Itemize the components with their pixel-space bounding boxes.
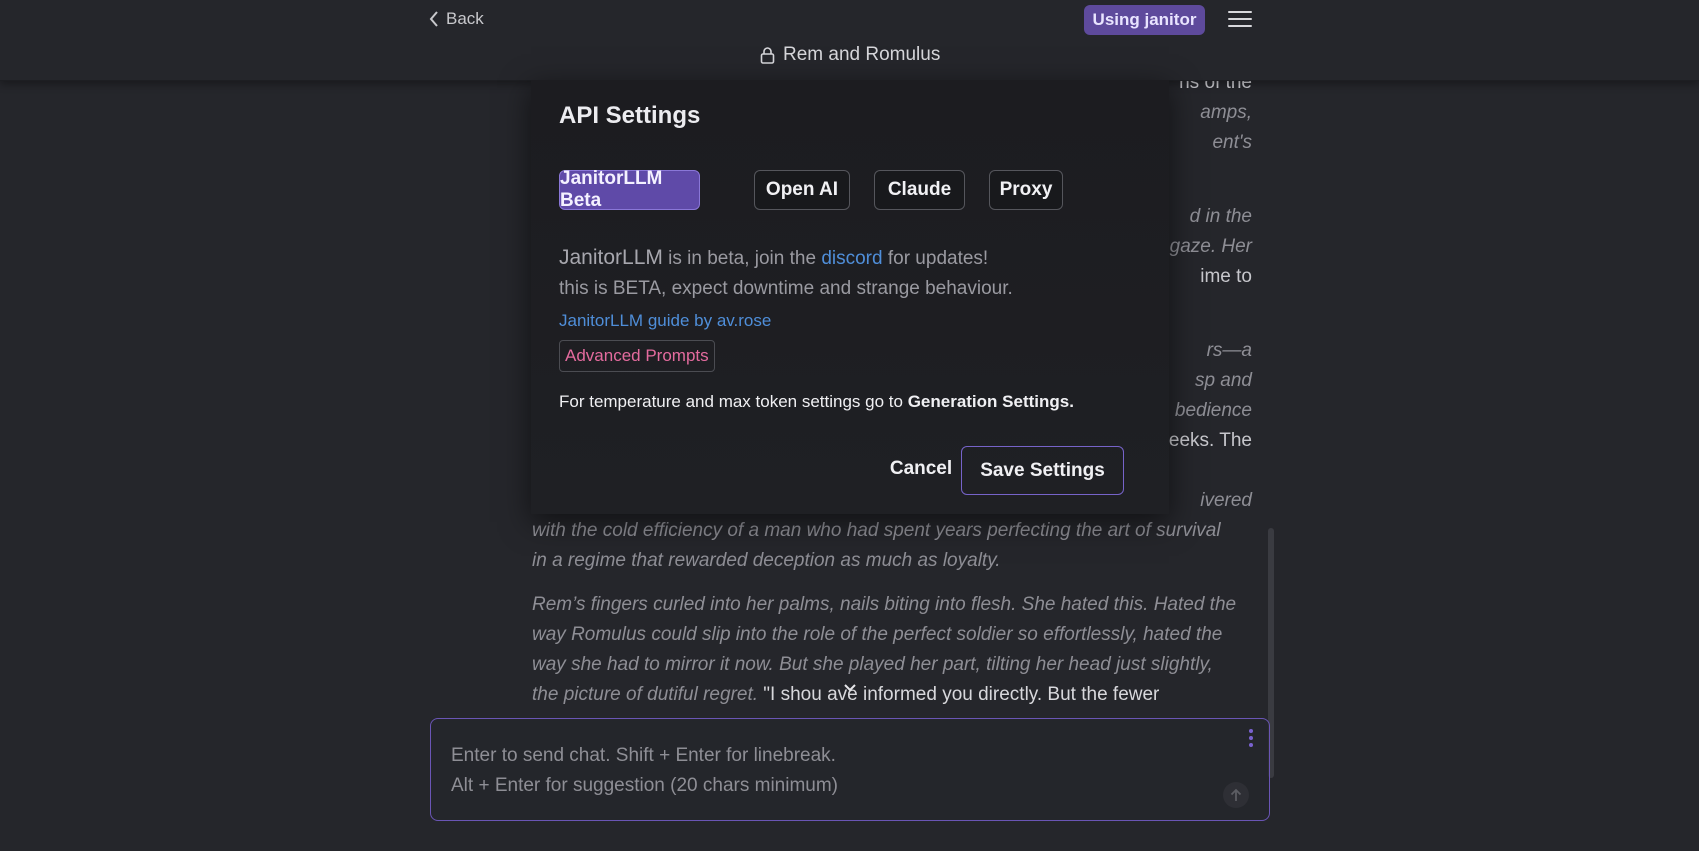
- top-bar: Back Using janitor Rem and Romulus: [0, 0, 1699, 81]
- chat-title: Rem and Romulus: [760, 44, 940, 66]
- chat-input[interactable]: Enter to send chat. Shift + Enter for li…: [430, 718, 1270, 821]
- send-button[interactable]: [1223, 782, 1249, 808]
- chat-line: in a regime that rewarded deception as m…: [532, 550, 1001, 571]
- chat-line: with the cold efficiency of a man who ha…: [532, 520, 1221, 541]
- advanced-prompts-button[interactable]: Advanced Prompts: [559, 340, 715, 372]
- tab-open-ai[interactable]: Open AI: [754, 170, 850, 210]
- chat-line-quote: "I shou ave informed you directly. But t…: [763, 684, 1160, 705]
- chat-line: way she had to mirror it now. But she pl…: [532, 654, 1213, 675]
- chat-title-text: Rem and Romulus: [783, 44, 941, 65]
- chat-line: Rem’s fingers curled into her palms, nai…: [532, 594, 1237, 615]
- using-janitor-badge[interactable]: Using janitor: [1084, 5, 1205, 35]
- guide-link[interactable]: JanitorLLM guide by av.rose: [559, 311, 771, 331]
- chat-line: way Romulus could slip into the role of …: [532, 624, 1223, 645]
- info-text: is in beta, join the: [662, 248, 822, 269]
- chevron-left-icon: [429, 11, 438, 27]
- generation-settings-note: For temperature and max token settings g…: [559, 392, 1074, 412]
- chat-line: the picture of dutiful regret. "I shou a…: [532, 680, 1252, 710]
- brand-name: JanitorLLM: [559, 246, 663, 269]
- more-options-icon[interactable]: [1249, 729, 1253, 750]
- modal-title: API Settings: [559, 102, 701, 129]
- tab-proxy[interactable]: Proxy: [989, 170, 1063, 210]
- discord-link[interactable]: discord: [821, 248, 882, 269]
- api-settings-modal: API Settings JanitorLLM Beta Open AI Cla…: [531, 80, 1169, 514]
- beta-info: JanitorLLM is in beta, join the discord …: [559, 246, 988, 270]
- placeholder-line: Enter to send chat. Shift + Enter for li…: [451, 745, 836, 766]
- tab-janitorllm-beta[interactable]: JanitorLLM Beta: [559, 168, 700, 211]
- info-text: for updates!: [882, 248, 989, 269]
- beta-warning: this is BETA, expect downtime and strang…: [559, 278, 1013, 299]
- note-text: For temperature and max token settings g…: [559, 392, 908, 411]
- tab-claude[interactable]: Claude: [874, 170, 965, 210]
- generation-settings-label: Generation Settings.: [907, 392, 1074, 411]
- save-settings-button[interactable]: Save Settings: [961, 446, 1124, 495]
- chevron-down-icon[interactable]: [840, 678, 860, 698]
- menu-icon[interactable]: [1228, 11, 1252, 28]
- lock-icon: [760, 46, 775, 64]
- placeholder-line: Alt + Enter for suggestion (20 chars min…: [451, 775, 839, 796]
- arrow-up-icon: [1230, 788, 1242, 801]
- back-button[interactable]: Back: [428, 9, 484, 29]
- chat-input-placeholder: Enter to send chat. Shift + Enter for li…: [451, 741, 838, 801]
- back-label: Back: [446, 9, 484, 28]
- chat-line-italic: the picture of dutiful regret.: [532, 684, 759, 705]
